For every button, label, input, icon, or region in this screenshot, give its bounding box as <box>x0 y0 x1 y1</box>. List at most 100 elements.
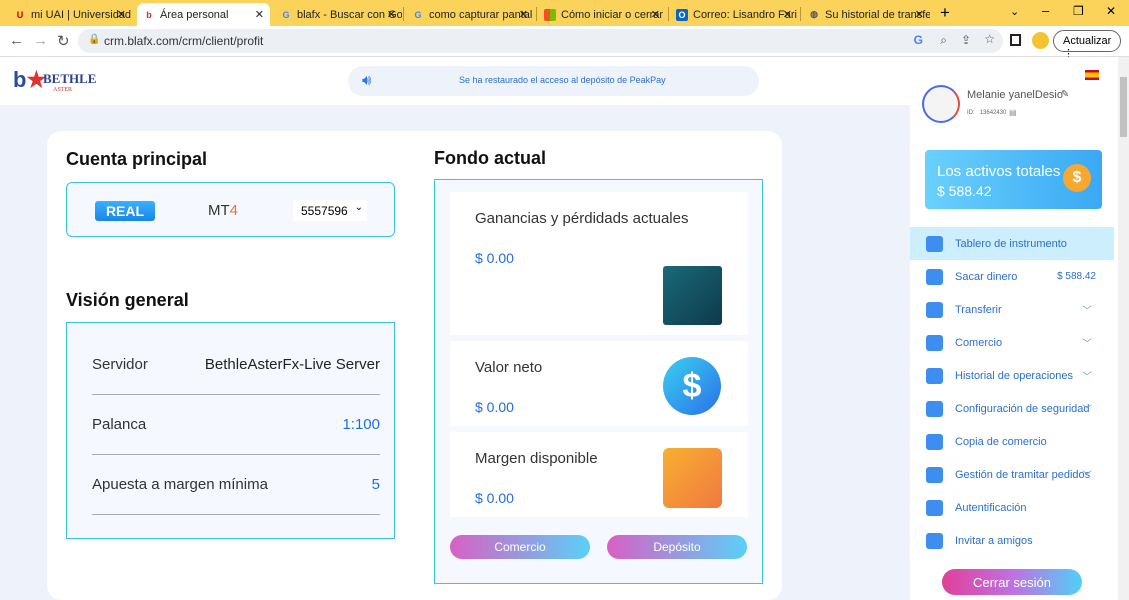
microsoft-icon <box>544 8 556 21</box>
google-icon: G <box>414 9 422 20</box>
history-icon <box>926 367 943 384</box>
sidebar-item-trade[interactable]: Comercio ﹀ <box>910 326 1114 359</box>
trade-icon <box>926 334 943 351</box>
close-tab-icon[interactable]: ✕ <box>915 8 924 21</box>
bethle-icon: b <box>146 9 152 20</box>
fund-box: Ganancias y pérdidads actuales $ 0.00 Val… <box>434 179 763 584</box>
avatar[interactable] <box>922 85 960 123</box>
tab-uai[interactable]: Umi UAI | Universidad A ✕ <box>8 3 132 26</box>
tab-capturar[interactable]: Gcomo capturar pantal ✕ <box>406 3 534 26</box>
close-tab-icon[interactable]: ✕ <box>519 8 528 21</box>
close-tab-icon[interactable]: ✕ <box>255 8 264 21</box>
security-gear-icon <box>926 400 943 417</box>
id-card-icon <box>926 499 943 516</box>
sidebar-item-copy-trade[interactable]: Copia de comercio <box>910 425 1114 458</box>
outlook-icon: O <box>676 8 688 21</box>
side-panel-icon[interactable] <box>1010 34 1021 46</box>
close-tab-icon[interactable]: ✕ <box>651 8 660 21</box>
bethle-aster-logo[interactable]: b★ BETHLE ASTER <box>13 67 103 97</box>
speaker-icon: 🔊︎ <box>362 72 372 89</box>
sidebar-item-invite-user[interactable]: Invitar a amigos <box>910 524 1114 557</box>
tab-blafx-search[interactable]: Gblafx - Buscar con Go ✕ <box>274 3 402 26</box>
url-input[interactable]: 🔒 crm.blafx.com/crm/client/profit G ⌕ ⇪ ☆ <box>78 29 1003 53</box>
chevron-down-icon: ﹀ <box>1082 471 1092 482</box>
scrollbar[interactable] <box>1118 57 1129 600</box>
update-button[interactable]: Actualizar ⋮ <box>1053 30 1121 60</box>
dollar-coin-icon: $ <box>663 357 721 415</box>
tab-correo[interactable]: O Correo: Lisandro Fari ✕ <box>670 3 798 26</box>
minimize-button[interactable]: – <box>1042 3 1049 18</box>
maximize-button[interactable]: ❐ <box>1073 4 1084 18</box>
sidebar: Melanie yanelDesio ✎ ID: 13642430 ▤ Los … <box>910 57 1118 600</box>
globe-icon: ◍ <box>810 9 818 19</box>
transfer-icon <box>926 301 943 318</box>
fund-card-equity: Valor neto $ 0.00 $ <box>450 341 748 426</box>
sidebar-item-history[interactable]: Historial de operaciones ﹀ <box>910 359 1114 392</box>
sidebar-item-transfer[interactable]: Transferir ﹀ <box>910 293 1114 326</box>
bookmark-star-icon[interactable]: ☆ <box>984 32 995 46</box>
profile-avatar-icon[interactable] <box>1032 32 1049 49</box>
tab-historial[interactable]: ◍ Su historial de transfe ✕ <box>802 3 930 26</box>
overview-row: Servidor BethleAsterFx-Live Server <box>92 335 380 395</box>
chevron-down-icon: ﹀ <box>1082 339 1092 350</box>
dashboard-icon <box>926 235 943 252</box>
chevron-down-icon: ⌄ <box>354 202 363 213</box>
real-badge: REAL <box>95 201 155 221</box>
user-id: ID: 13642430 <box>967 110 1007 116</box>
back-icon[interactable]: ← <box>9 32 24 49</box>
notice-text[interactable]: Se ha restaurado el acceso al depósito d… <box>459 75 666 85</box>
address-bar-row: ← → ↻ 🔒 crm.blafx.com/crm/client/profit G… <box>0 26 1129 60</box>
zoom-icon[interactable]: ⌕ <box>940 33 947 48</box>
notice-bar: 🔊︎ Se ha restaurado el acceso al depósit… <box>348 66 759 96</box>
copy-icon[interactable]: ▤ <box>1009 108 1017 117</box>
new-tab-button[interactable]: + <box>940 3 950 23</box>
share-icon[interactable]: ⇪ <box>961 33 971 47</box>
platform-label: MT4 <box>208 202 239 219</box>
user-name: Melanie yanelDesio <box>967 89 1063 101</box>
account-number-select[interactable]: 5557596 ⌄ <box>293 200 367 221</box>
overview-row: Apuesta a margen mínima 5 <box>92 455 380 515</box>
tab-search-icon[interactable]: ⌄ <box>1010 5 1019 18</box>
forward-icon[interactable]: → <box>33 32 48 49</box>
overview-box: Servidor BethleAsterFx-Live Server Palanc… <box>66 322 395 539</box>
google-lens-icon[interactable]: G <box>914 33 923 47</box>
orders-icon <box>926 466 943 483</box>
withdraw-icon <box>926 268 943 285</box>
close-tab-icon[interactable]: ✕ <box>783 8 792 21</box>
close-tab-icon[interactable]: ✕ <box>117 8 126 21</box>
site-header: b★ BETHLE ASTER 🔊︎ Se ha restaurado el a… <box>0 57 910 105</box>
overview-row: Palanca 1:100 <box>92 395 380 455</box>
chart-candles-icon <box>663 266 722 325</box>
close-window-button[interactable]: ✕ <box>1106 4 1116 18</box>
star-logo-icon: b★ <box>13 67 47 92</box>
tab-area-personal[interactable]: b Área personal ✕ <box>137 3 270 26</box>
sidebar-item-id-card[interactable]: Autentificación <box>910 491 1114 524</box>
sidebar-item-withdraw[interactable]: Sacar dinero $ 588.42 <box>910 260 1114 293</box>
tab-microsoft[interactable]: Cómo iniciar o cerrar ✕ <box>538 3 666 26</box>
sidebar-item-orders[interactable]: Gestión de tramitar pedidos ﹀ <box>910 458 1114 491</box>
fund-card-pnl: Ganancias y pérdidads actuales $ 0.00 <box>450 192 748 335</box>
chevron-down-icon: ﹀ <box>1082 405 1092 416</box>
account-title: Cuenta principal <box>66 149 208 169</box>
sidebar-item-dashboard[interactable]: Tablero de instrumento <box>910 227 1114 260</box>
wallet-icon <box>663 448 722 508</box>
copy-trade-icon <box>926 433 943 450</box>
fund-card-margin: Margen disponible $ 0.00 <box>450 432 748 517</box>
spain-flag-icon[interactable] <box>1085 70 1099 80</box>
reload-icon[interactable]: ↻ <box>57 32 70 50</box>
sidebar-item-security-gear[interactable]: Configuración de seguridad ﹀ <box>910 392 1114 425</box>
invite-user-icon <box>926 532 943 549</box>
scrollbar-thumb[interactable] <box>1120 77 1127 137</box>
account-box: REAL MT4 5557596 ⌄ <box>66 182 395 237</box>
close-tab-icon[interactable]: ✕ <box>387 8 396 21</box>
lock-icon: 🔒 <box>88 34 101 45</box>
fund-title: Fondo actual <box>434 148 546 168</box>
logout-button[interactable]: Cerrar sesión <box>942 569 1082 595</box>
google-icon: G <box>282 9 290 20</box>
deposit-button[interactable]: Depósito <box>607 535 747 559</box>
overview-title: Visión general <box>66 290 189 310</box>
trade-button[interactable]: Comercio <box>450 535 590 559</box>
edit-icon[interactable]: ✎ <box>1061 89 1069 100</box>
money-bag-icon: $ <box>1063 164 1091 192</box>
chevron-down-icon: ﹀ <box>1082 306 1092 317</box>
